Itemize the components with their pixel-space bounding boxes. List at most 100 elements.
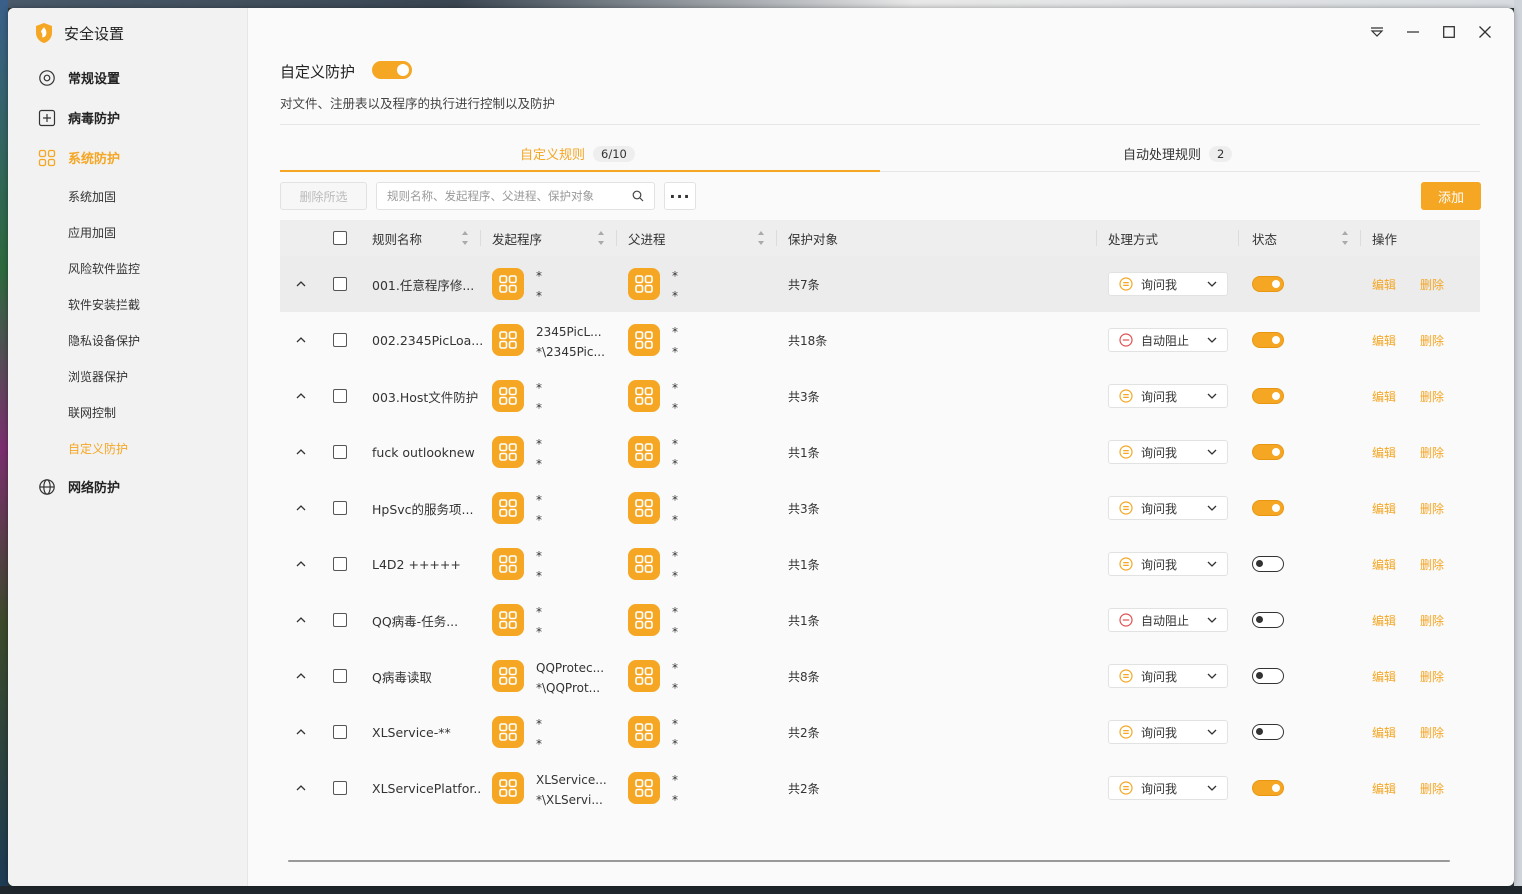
status-toggle[interactable] bbox=[1252, 780, 1284, 796]
tab-custom-rules[interactable]: 自定义规则 6/10 bbox=[520, 144, 635, 163]
handling-label: 询问我 bbox=[1141, 389, 1178, 404]
delete-link[interactable]: 删除 bbox=[1420, 704, 1444, 760]
status-toggle[interactable] bbox=[1252, 332, 1284, 348]
chevron-up-icon[interactable] bbox=[294, 557, 308, 571]
table-row[interactable]: 001.任意程序修... * * * * 共7条 询问我 编辑 删除 bbox=[280, 256, 1480, 312]
table-row[interactable]: fuck outlooknew * * * * 共1条 询问我 编辑 删除 bbox=[280, 424, 1480, 480]
add-button[interactable]: 添加 bbox=[1421, 182, 1481, 210]
search-icon[interactable] bbox=[632, 187, 644, 206]
sort-icon[interactable] bbox=[462, 231, 470, 245]
sidebar-sub-item[interactable]: 浏览器保护 bbox=[68, 368, 128, 385]
chevron-up-icon[interactable] bbox=[294, 445, 308, 459]
sidebar-sub-item[interactable]: 风险软件监控 bbox=[68, 260, 140, 277]
status-toggle[interactable] bbox=[1252, 668, 1284, 684]
status-toggle[interactable] bbox=[1252, 556, 1284, 572]
edit-link[interactable]: 编辑 bbox=[1372, 760, 1396, 816]
edit-link[interactable]: 编辑 bbox=[1372, 480, 1396, 536]
tab-auto-rules[interactable]: 自动处理规则 2 bbox=[1123, 144, 1233, 163]
row-checkbox[interactable] bbox=[333, 389, 347, 403]
delete-link[interactable]: 删除 bbox=[1420, 312, 1444, 368]
sidebar-sub-item[interactable]: 系统加固 bbox=[68, 188, 116, 205]
row-checkbox[interactable] bbox=[333, 557, 347, 571]
edit-link[interactable]: 编辑 bbox=[1372, 312, 1396, 368]
sidebar-item-system[interactable]: 系统防护 bbox=[38, 148, 120, 167]
sort-icon[interactable] bbox=[1342, 231, 1350, 245]
status-toggle[interactable] bbox=[1252, 724, 1284, 740]
handling-dropdown[interactable]: 询问我 bbox=[1108, 720, 1228, 744]
edit-link[interactable]: 编辑 bbox=[1372, 648, 1396, 704]
table-row[interactable]: XLServicePlatfor... XLService... *\XLServi… bbox=[280, 760, 1480, 816]
delete-link[interactable]: 删除 bbox=[1420, 368, 1444, 424]
edit-link[interactable]: 编辑 bbox=[1372, 256, 1396, 312]
table-row[interactable]: L4D2 +++++ * * * * 共1条 询问我 编辑 删除 bbox=[280, 536, 1480, 592]
sidebar-item-network[interactable]: 网络防护 bbox=[38, 477, 120, 496]
horizontal-scrollbar[interactable] bbox=[288, 860, 1450, 862]
column-header-parent: 父进程 bbox=[628, 231, 666, 247]
chevron-up-icon[interactable] bbox=[294, 613, 308, 627]
row-checkbox[interactable] bbox=[333, 613, 347, 627]
chevron-up-icon[interactable] bbox=[294, 277, 308, 291]
edit-link[interactable]: 编辑 bbox=[1372, 704, 1396, 760]
delete-link[interactable]: 删除 bbox=[1420, 592, 1444, 648]
row-checkbox[interactable] bbox=[333, 445, 347, 459]
status-toggle[interactable] bbox=[1252, 388, 1284, 404]
edit-link[interactable]: 编辑 bbox=[1372, 592, 1396, 648]
delete-link[interactable]: 删除 bbox=[1420, 424, 1444, 480]
table-row[interactable]: HpSvc的服务项... * * * * 共3条 询问我 编辑 删除 bbox=[280, 480, 1480, 536]
sidebar-item-general[interactable]: 常规设置 bbox=[38, 68, 120, 87]
handling-dropdown[interactable]: 询问我 bbox=[1108, 440, 1228, 464]
handling-dropdown[interactable]: 询问我 bbox=[1108, 496, 1228, 520]
table-row[interactable]: QQ病毒-任务... * * * * 共1条 自动阻止 编辑 删除 bbox=[280, 592, 1480, 648]
chevron-up-icon[interactable] bbox=[294, 781, 308, 795]
chevron-up-icon[interactable] bbox=[294, 333, 308, 347]
delete-link[interactable]: 删除 bbox=[1420, 480, 1444, 536]
row-checkbox[interactable] bbox=[333, 333, 347, 347]
chevron-up-icon[interactable] bbox=[294, 669, 308, 683]
edit-link[interactable]: 编辑 bbox=[1372, 536, 1396, 592]
row-checkbox[interactable] bbox=[333, 277, 347, 291]
initiator-cell: * * bbox=[536, 266, 542, 306]
sort-icon[interactable] bbox=[598, 231, 606, 245]
chevron-up-icon[interactable] bbox=[294, 725, 308, 739]
status-toggle[interactable] bbox=[1252, 612, 1284, 628]
protect-count: 共8条 bbox=[788, 669, 820, 684]
handling-dropdown[interactable]: 询问我 bbox=[1108, 664, 1228, 688]
handling-dropdown[interactable]: 询问我 bbox=[1108, 272, 1228, 296]
status-toggle[interactable] bbox=[1252, 444, 1284, 460]
handling-dropdown[interactable]: 询问我 bbox=[1108, 384, 1228, 408]
delete-selected-button[interactable]: 删除所选 bbox=[280, 182, 367, 210]
status-toggle[interactable] bbox=[1252, 500, 1284, 516]
table-row[interactable]: XLService-** * * * * 共2条 询问我 编辑 删除 bbox=[280, 704, 1480, 760]
custom-protection-toggle[interactable] bbox=[372, 61, 412, 79]
edit-link[interactable]: 编辑 bbox=[1372, 424, 1396, 480]
search-input[interactable] bbox=[387, 189, 632, 203]
row-checkbox[interactable] bbox=[333, 669, 347, 683]
row-checkbox[interactable] bbox=[333, 781, 347, 795]
delete-link[interactable]: 删除 bbox=[1420, 760, 1444, 816]
table-row[interactable]: 002.2345PicLoa... 2345PicL... *\2345Pic...… bbox=[280, 312, 1480, 368]
chevron-up-icon[interactable] bbox=[294, 389, 308, 403]
sidebar-sub-item[interactable]: 应用加固 bbox=[68, 224, 116, 241]
row-checkbox[interactable] bbox=[333, 501, 347, 515]
sidebar-item-virus[interactable]: 病毒防护 bbox=[38, 108, 120, 127]
sidebar-sub-item-active[interactable]: 自定义防护 bbox=[68, 440, 128, 457]
handling-dropdown[interactable]: 询问我 bbox=[1108, 776, 1228, 800]
handling-dropdown[interactable]: 询问我 bbox=[1108, 552, 1228, 576]
delete-link[interactable]: 删除 bbox=[1420, 648, 1444, 704]
handling-dropdown[interactable]: 自动阻止 bbox=[1108, 608, 1228, 632]
sidebar-sub-item[interactable]: 隐私设备保护 bbox=[68, 332, 140, 349]
chevron-up-icon[interactable] bbox=[294, 501, 308, 515]
select-all-checkbox[interactable] bbox=[333, 231, 347, 245]
sort-icon[interactable] bbox=[758, 231, 766, 245]
edit-link[interactable]: 编辑 bbox=[1372, 368, 1396, 424]
sidebar-sub-item[interactable]: 软件安装拦截 bbox=[68, 296, 140, 313]
status-toggle[interactable] bbox=[1252, 276, 1284, 292]
handling-dropdown[interactable]: 自动阻止 bbox=[1108, 328, 1228, 352]
more-options-button[interactable]: ··· bbox=[664, 182, 696, 210]
delete-link[interactable]: 删除 bbox=[1420, 536, 1444, 592]
sidebar-sub-item[interactable]: 联网控制 bbox=[68, 404, 116, 421]
table-row[interactable]: Q病毒读取 QQProtec... *\QQProt... * * 共8条 询问我 编辑 删除 bbox=[280, 648, 1480, 704]
delete-link[interactable]: 删除 bbox=[1420, 256, 1444, 312]
row-checkbox[interactable] bbox=[333, 725, 347, 739]
table-row[interactable]: 003.Host文件防护 * * * * 共3条 询问我 编辑 删除 bbox=[280, 368, 1480, 424]
